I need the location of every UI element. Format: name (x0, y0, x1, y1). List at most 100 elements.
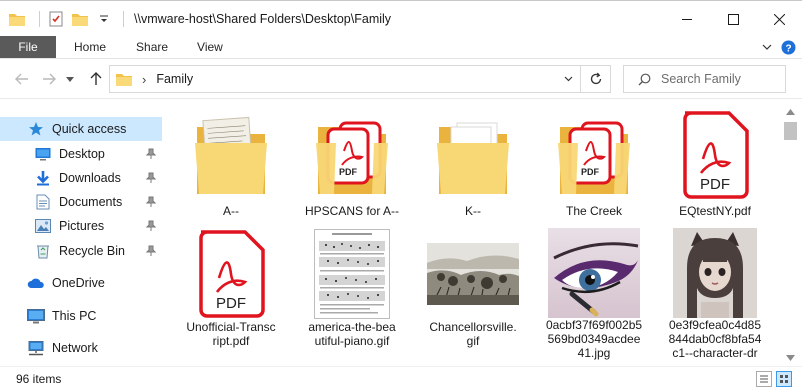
refresh-icon (590, 72, 601, 85)
forward-button[interactable] (39, 69, 59, 89)
tab-view[interactable]: View (182, 36, 238, 58)
search-icon (638, 73, 651, 86)
svg-text:PDF: PDF (216, 295, 246, 312)
nav-item-recycle-bin[interactable]: Recycle Bin (0, 239, 162, 263)
nav-item-downloads[interactable]: Downloads (0, 166, 162, 190)
pdf-icon: PDF (661, 106, 769, 204)
file-item-eye-makeup-jpg[interactable]: 0acbf37f69f002b5 569bd0349acdee 41.jpg (540, 228, 648, 360)
view-toggle (756, 371, 792, 387)
vertical-scrollbar[interactable] (781, 100, 800, 366)
ribbon-tabs: File Home Share View ? (0, 36, 802, 59)
cloud-icon (27, 274, 45, 292)
svg-text:PDF: PDF (339, 167, 358, 177)
breadcrumb-separator: › (142, 71, 147, 87)
help-button[interactable]: ? (781, 40, 796, 55)
svg-text:?: ? (785, 43, 791, 54)
nav-item-onedrive[interactable]: OneDrive (0, 271, 162, 295)
nav-label: This PC (52, 309, 97, 323)
file-name: 0e3f9cfea0c4d85 844dab0cf8bfa54 c1--char… (668, 318, 762, 360)
scrollbar-thumb[interactable] (784, 122, 797, 140)
file-name: america-the-bea utiful-piano.gif (308, 320, 396, 348)
file-item-folder-k[interactable]: K-- (419, 106, 527, 226)
file-item-eqtestny-pdf[interactable]: PDF EQtestNY.pdf (661, 106, 769, 226)
properties-icon[interactable] (47, 10, 65, 28)
nav-item-desktop[interactable]: Desktop (0, 142, 162, 166)
file-name: Unofficial-Transc ript.pdf (186, 320, 276, 348)
nav-item-network[interactable]: Network (0, 336, 162, 360)
nav-item-documents[interactable]: Documents (0, 190, 162, 214)
file-name: HPSCANS for A-- (304, 204, 400, 218)
nav-label: Network (52, 341, 98, 355)
toolbar-separator (39, 10, 40, 27)
ribbon-right-controls: ? (762, 36, 796, 59)
file-item-character-drawing[interactable]: 0e3f9cfea0c4d85 844dab0cf8bfa54 c1--char… (661, 228, 769, 360)
search-input[interactable] (661, 72, 771, 86)
address-bar[interactable]: › Family (109, 65, 611, 93)
tab-file[interactable]: File (0, 36, 56, 58)
desktop-icon (34, 145, 52, 163)
file-name: A-- (223, 204, 239, 218)
details-view-button[interactable] (756, 371, 772, 387)
tab-share[interactable]: Share (122, 36, 182, 58)
arrow-left-icon (15, 73, 28, 85)
maximize-button[interactable] (710, 1, 756, 37)
up-button[interactable] (86, 69, 106, 89)
chevron-down-icon (66, 76, 74, 82)
nav-item-this-pc[interactable]: This PC (0, 304, 162, 328)
folder-pdf-icon: PDF (298, 106, 406, 204)
computer-icon (27, 307, 45, 325)
character-drawing-thumbnail (661, 228, 769, 318)
file-item-folder-the-creek[interactable]: PDF The Creek (540, 106, 648, 226)
window-controls (664, 1, 802, 37)
pin-icon[interactable] (145, 196, 157, 210)
pin-icon[interactable] (145, 172, 157, 186)
file-item-unofficial-transcript-pdf[interactable]: PDF Unofficial-Transc ript.pdf (177, 228, 285, 348)
large-icons-view-button[interactable] (776, 371, 792, 387)
pin-icon[interactable] (145, 245, 157, 259)
file-item-folder-hpscans[interactable]: PDF HPSCANS for A-- (298, 106, 406, 226)
arrow-right-icon (43, 73, 56, 85)
scroll-up-icon[interactable] (786, 104, 795, 118)
address-history-button[interactable] (558, 66, 578, 92)
file-name: 0acbf37f69f002b5 569bd0349acdee 41.jpg (545, 318, 643, 360)
close-icon (773, 13, 785, 25)
item-count: 96 items (16, 372, 62, 386)
pin-icon[interactable] (145, 148, 157, 162)
window-title: \\vmware-host\Shared Folders\Desktop\Fam… (134, 11, 392, 26)
navigation-pane: Quick access Desktop Downloads Documents… (0, 100, 162, 366)
tab-home[interactable]: Home (56, 36, 122, 58)
pin-icon[interactable] (145, 220, 157, 234)
search-box[interactable] (623, 65, 786, 93)
recent-locations-button[interactable] (63, 69, 77, 89)
sheet-music-thumbnail (298, 228, 406, 320)
documents-icon (34, 193, 52, 211)
back-button[interactable] (12, 69, 32, 89)
title-separator (123, 10, 124, 27)
nav-item-pictures[interactable]: Pictures (0, 214, 162, 238)
chevron-down-icon (762, 44, 772, 50)
nav-label: Pictures (59, 219, 105, 233)
scroll-down-icon[interactable] (786, 350, 795, 364)
new-folder-icon[interactable] (71, 10, 89, 28)
nav-label: Desktop (59, 147, 105, 161)
file-item-chancellorsville-gif[interactable]: Chancellorsville. gif (419, 228, 527, 348)
folder-icon (419, 106, 527, 204)
nav-label: Downloads (59, 171, 121, 185)
customize-toolbar-icon[interactable] (95, 10, 113, 28)
minimize-button[interactable] (664, 1, 710, 37)
maximize-icon (727, 13, 739, 25)
file-item-america-the-beautiful-gif[interactable]: america-the-bea utiful-piano.gif (298, 228, 406, 348)
refresh-button[interactable] (580, 66, 610, 92)
close-button[interactable] (756, 1, 802, 37)
breadcrumb-family[interactable]: Family (156, 72, 193, 86)
arrow-up-icon (90, 72, 102, 85)
nav-item-quick-access[interactable]: Quick access (0, 117, 162, 141)
folder-icon (116, 72, 132, 86)
folder-icon (177, 106, 285, 204)
title-bar: \\vmware-host\Shared Folders\Desktop\Fam… (0, 0, 802, 36)
expand-ribbon-button[interactable] (762, 44, 772, 51)
file-item-folder-a[interactable]: A-- (177, 106, 285, 226)
file-name: Chancellorsville. gif (429, 320, 517, 348)
navigation-bar: › Family (0, 59, 802, 99)
nav-label: Recycle Bin (59, 244, 125, 258)
